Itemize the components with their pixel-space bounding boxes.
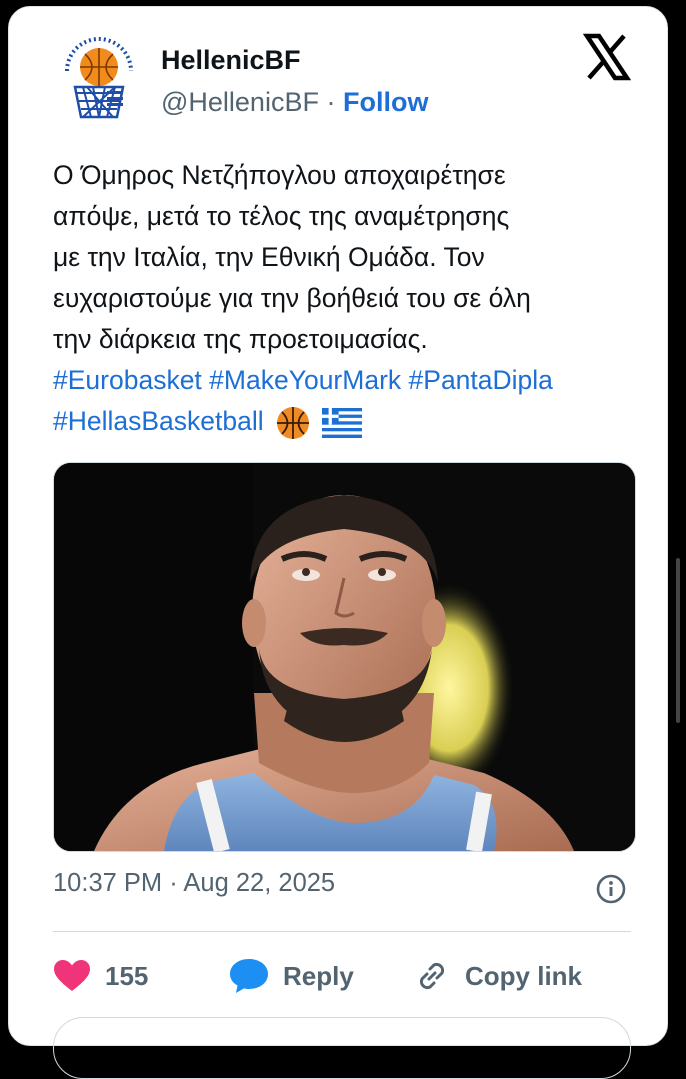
divider [53, 931, 631, 932]
user-handle[interactable]: @HellenicBF [161, 87, 319, 117]
like-count: 155 [105, 960, 149, 991]
tweet-line: Ο Όμηρος Νετζήπογλου αποχαιρέτησε [53, 160, 506, 190]
separator-dot: · [326, 87, 336, 117]
reply-label: Reply [283, 960, 354, 991]
x-logo-icon[interactable] [583, 33, 631, 81]
hashtag-link[interactable]: #MakeYourMark [209, 365, 401, 395]
hashtag-link[interactable]: #PantaDipla [409, 365, 553, 395]
info-icon[interactable] [595, 873, 627, 905]
action-bar: 155 Reply Copy link [53, 951, 653, 1001]
avatar[interactable] [53, 35, 145, 127]
hashtag-link[interactable]: #Eurobasket [53, 365, 202, 395]
tweet-text: Ο Όμηρος Νετζήπογλου αποχαιρέτησε απόψε,… [53, 155, 653, 442]
basketball-emoji-icon [277, 407, 310, 439]
reply-bubble-icon [230, 959, 268, 993]
copy-link-label: Copy link [465, 960, 583, 991]
tweet-line: απόψε, μετά το τέλος της αναμέτρησης [53, 201, 510, 231]
display-name[interactable]: HellenicBF [161, 45, 301, 76]
tweet-photo[interactable] [53, 462, 636, 852]
link-icon [419, 962, 445, 990]
hellenic-bf-logo-icon [53, 35, 145, 127]
hashtag-line: #HellasBasketball [53, 401, 653, 442]
like-button[interactable]: 155 [53, 951, 148, 1001]
handle-line: @HellenicBF · Follow [161, 87, 428, 118]
hashtag-link[interactable]: #HellasBasketball [53, 406, 264, 436]
reply-button[interactable]: Reply [229, 951, 354, 1001]
copy-link-button[interactable]: Copy link [413, 951, 582, 1001]
tweet-header: HellenicBF @HellenicBF · Follow [9, 7, 667, 137]
heart-icon [54, 960, 90, 991]
hashtag-line: #Eurobasket #MakeYourMark #PantaDipla [53, 360, 653, 401]
follow-button[interactable]: Follow [343, 87, 428, 117]
read-replies-button[interactable] [53, 1017, 631, 1079]
tweet-line: ευχαριστούμε για την βοήθειά του σε όλη [53, 283, 531, 313]
scrollbar[interactable] [676, 558, 680, 723]
tweet-timestamp[interactable]: 10:37 PM · Aug 22, 2025 [53, 869, 335, 898]
player-photo-illustration [54, 463, 635, 851]
tweet-card: HellenicBF @HellenicBF · Follow Ο Όμηρος… [8, 6, 668, 1079]
tweet-line: την διάρκεια της προετοιμασίας. [53, 324, 428, 354]
tweet-line: με την Ιταλία, την Εθνική Ομάδα. Τον [53, 242, 485, 272]
greece-flag-icon [322, 408, 363, 438]
